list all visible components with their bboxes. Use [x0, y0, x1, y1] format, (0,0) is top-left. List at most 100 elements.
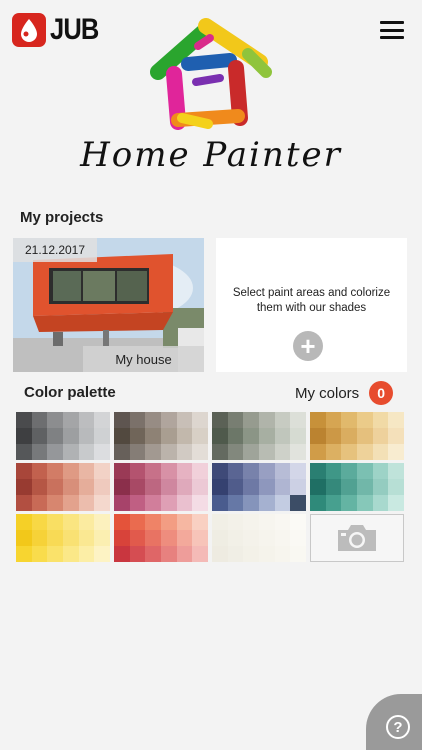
- house-paint-logo: [148, 18, 274, 141]
- color-swatch: [78, 495, 95, 511]
- color-swatch: [161, 428, 177, 444]
- color-swatch: [388, 463, 404, 479]
- color-swatch: [16, 530, 32, 546]
- color-swatch: [259, 412, 275, 428]
- color-swatch: [129, 530, 146, 546]
- color-swatch: [212, 546, 228, 562]
- app-title: Home Painter: [80, 135, 342, 175]
- color-swatch: [63, 546, 79, 562]
- camera-button[interactable]: [310, 514, 404, 562]
- color-swatch: [114, 412, 130, 428]
- color-swatch: [145, 546, 161, 562]
- color-swatch: [129, 444, 146, 460]
- color-swatch: [357, 495, 373, 511]
- new-project-card[interactable]: Select paint areas and colorize them wit…: [216, 238, 407, 372]
- color-swatch: [212, 514, 228, 530]
- color-swatch: [94, 412, 110, 428]
- color-swatch: [259, 479, 275, 495]
- color-swatch: [31, 463, 48, 479]
- color-swatch: [310, 463, 326, 479]
- project-card[interactable]: 21.12.2017 My house: [13, 238, 204, 372]
- color-swatch: [212, 479, 228, 495]
- color-swatch: [129, 428, 146, 444]
- color-swatch: [114, 530, 130, 546]
- my-colors-button[interactable]: My colors 0: [295, 381, 394, 405]
- palette-heading: Color palette: [24, 384, 116, 401]
- color-swatch: [78, 444, 95, 460]
- menu-icon[interactable]: [380, 21, 404, 39]
- color-swatch: [259, 463, 275, 479]
- color-swatch: [290, 495, 306, 511]
- color-swatch: [212, 444, 228, 460]
- color-swatch: [114, 444, 130, 460]
- color-swatch: [114, 428, 130, 444]
- color-swatch: [341, 479, 357, 495]
- color-swatch: [259, 495, 275, 511]
- palette-tile-ochres[interactable]: [310, 412, 404, 460]
- color-swatch: [290, 412, 306, 428]
- color-swatch: [341, 444, 357, 460]
- color-swatch: [94, 495, 110, 511]
- project-date: 21.12.2017: [13, 238, 97, 262]
- color-swatch: [176, 514, 193, 530]
- color-swatch: [31, 495, 48, 511]
- color-swatch: [372, 444, 389, 460]
- add-project-button[interactable]: +: [293, 331, 323, 361]
- brand-name: JUB: [50, 13, 99, 46]
- drop-icon: [12, 13, 46, 47]
- color-swatch: [341, 495, 357, 511]
- color-swatch: [310, 428, 326, 444]
- palette-tile-yellows[interactable]: [16, 514, 110, 562]
- color-swatch: [16, 428, 32, 444]
- color-swatch: [176, 546, 193, 562]
- color-swatch: [192, 495, 208, 511]
- color-swatch: [192, 546, 208, 562]
- color-swatch: [47, 530, 63, 546]
- color-swatch: [259, 428, 275, 444]
- color-swatch: [31, 479, 48, 495]
- color-swatch: [145, 428, 161, 444]
- color-swatch: [388, 495, 404, 511]
- color-swatch: [47, 444, 63, 460]
- color-swatch: [290, 479, 306, 495]
- palette-tile-blues[interactable]: [212, 463, 306, 511]
- palette-tile-warm-grays[interactable]: [114, 412, 208, 460]
- color-swatch: [47, 546, 63, 562]
- color-swatch: [227, 546, 244, 562]
- new-project-text: Select paint areas and colorize them wit…: [232, 287, 391, 314]
- camera-icon: [338, 525, 376, 551]
- palette-tile-terracotta[interactable]: [16, 463, 110, 511]
- color-swatch: [341, 412, 357, 428]
- color-swatch: [274, 412, 291, 428]
- color-swatch: [243, 530, 259, 546]
- palette-tile-green-grays[interactable]: [212, 412, 306, 460]
- color-swatch: [192, 428, 208, 444]
- color-swatch: [243, 546, 259, 562]
- color-swatch: [325, 412, 342, 428]
- color-swatch: [161, 530, 177, 546]
- color-swatch: [372, 412, 389, 428]
- color-swatch: [341, 428, 357, 444]
- color-swatch: [63, 412, 79, 428]
- color-swatch: [325, 495, 342, 511]
- color-swatch: [16, 514, 32, 530]
- color-swatch: [274, 428, 291, 444]
- color-swatch: [259, 546, 275, 562]
- color-swatch: [161, 514, 177, 530]
- color-swatch: [47, 412, 63, 428]
- color-swatch: [341, 463, 357, 479]
- help-button[interactable]: ?: [366, 694, 422, 750]
- palette-tile-whites[interactable]: [212, 514, 306, 562]
- color-swatch: [114, 546, 130, 562]
- color-swatch: [145, 412, 161, 428]
- palette-tile-teals[interactable]: [310, 463, 404, 511]
- color-swatch: [259, 530, 275, 546]
- color-swatch: [94, 546, 110, 562]
- color-swatch: [176, 444, 193, 460]
- palette-tile-berries[interactable]: [114, 463, 208, 511]
- color-swatch: [192, 444, 208, 460]
- color-swatch: [290, 514, 306, 530]
- palette-tile-grays[interactable]: [16, 412, 110, 460]
- color-swatch: [357, 479, 373, 495]
- palette-tile-reds[interactable]: [114, 514, 208, 562]
